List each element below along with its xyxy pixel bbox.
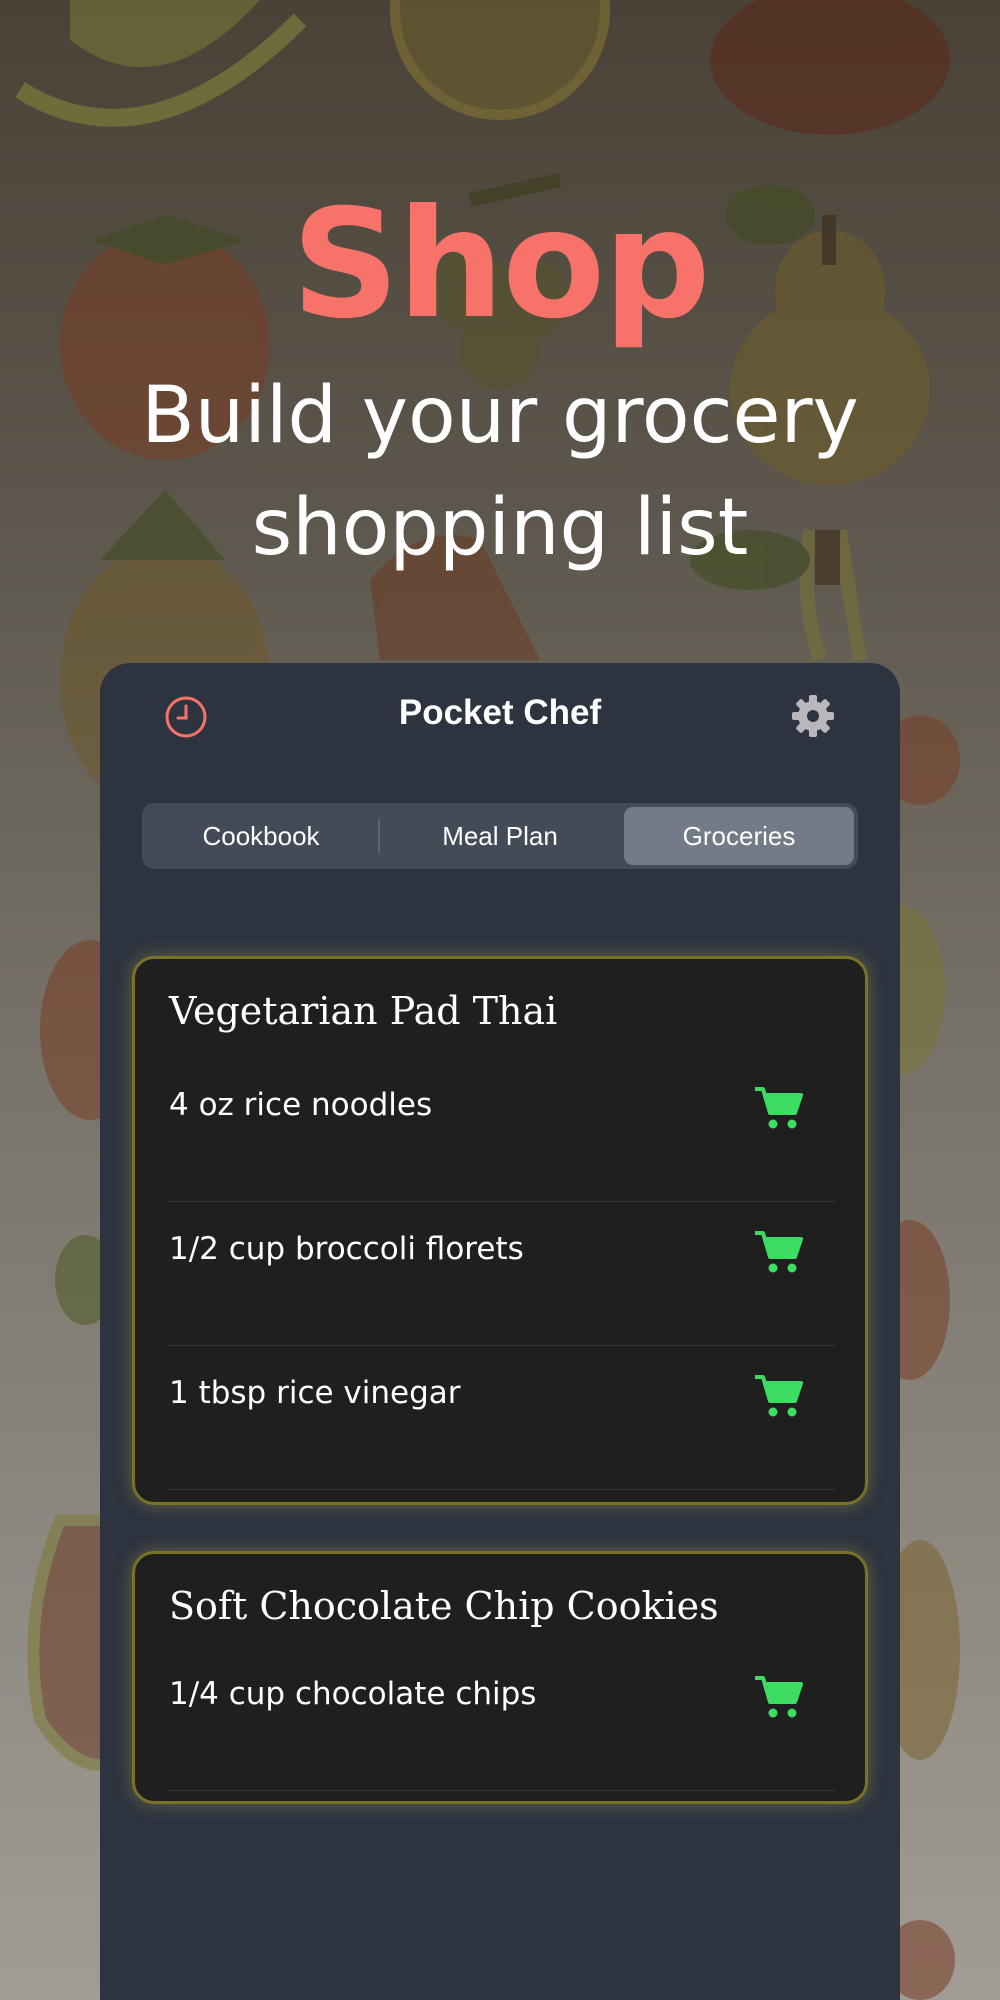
hero-subtitle-line1: Build your grocery: [141, 371, 859, 461]
nav-bar: Pocket Chef: [100, 663, 900, 773]
tab-groceries[interactable]: Groceries: [624, 807, 854, 865]
cart-icon[interactable]: [753, 1085, 803, 1131]
segmented-control: Cookbook Meal Plan Groceries: [142, 803, 858, 869]
cart-icon[interactable]: [753, 1674, 803, 1720]
list-item: 1/4 cup chocolate chips: [169, 1646, 835, 1791]
gear-icon: [792, 695, 834, 737]
settings-button[interactable]: [790, 693, 836, 739]
recipe-title: Vegetarian Pad Thai: [169, 989, 558, 1033]
list-item: 1 tbsp rice vinegar: [169, 1345, 835, 1490]
hero-subtitle: Build your grocery shopping list: [0, 360, 1000, 584]
recipe-card: Soft Chocolate Chip Cookies 1/4 cup choc…: [132, 1551, 868, 1804]
cart-icon[interactable]: [753, 1373, 803, 1419]
recipe-title: Soft Chocolate Chip Cookies: [169, 1584, 719, 1628]
tab-cookbook[interactable]: Cookbook: [146, 807, 376, 865]
ingredient-text: 1 tbsp rice vinegar: [169, 1375, 461, 1411]
ingredient-text: 4 oz rice noodles: [169, 1087, 433, 1123]
ingredient-text: 1/2 cup broccoli florets: [169, 1231, 524, 1267]
list-item: 1/2 cup broccoli florets: [169, 1201, 835, 1346]
hero-title: Shop: [291, 178, 710, 352]
ingredient-text: 1/4 cup chocolate chips: [169, 1676, 537, 1712]
app-screen: Pocket Chef Cookbook Meal Plan Groceries…: [100, 663, 900, 2000]
recipe-card: Vegetarian Pad Thai 4 oz rice noodles 1/…: [132, 956, 868, 1505]
segment-divider: [378, 819, 380, 853]
tab-meal-plan[interactable]: Meal Plan: [385, 807, 615, 865]
list-item: 4 oz rice noodles: [169, 1057, 835, 1202]
cart-icon[interactable]: [753, 1229, 803, 1275]
hero-subtitle-line2: shopping list: [251, 483, 749, 573]
app-title: Pocket Chef: [398, 693, 602, 732]
